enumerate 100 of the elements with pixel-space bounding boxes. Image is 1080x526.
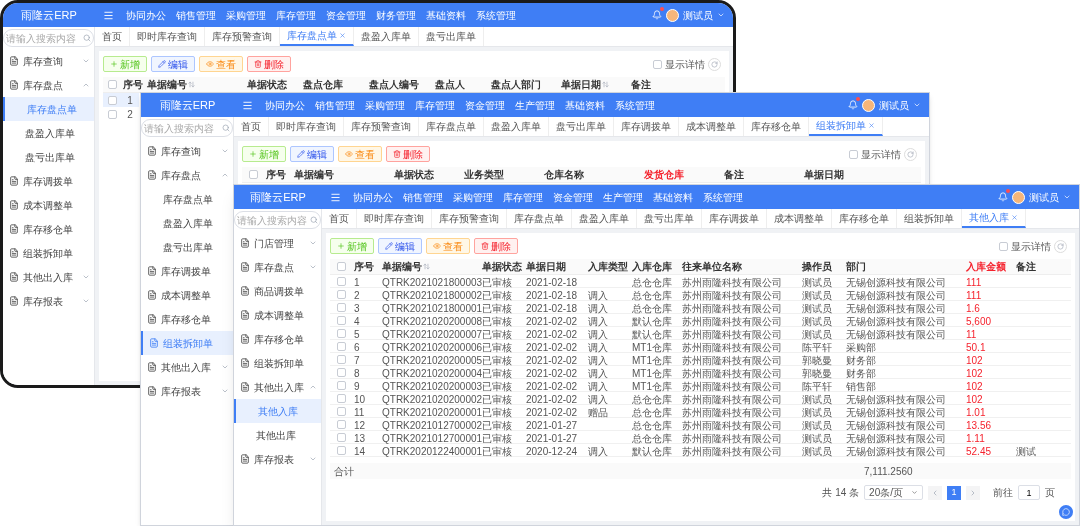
avatar[interactable] — [1012, 190, 1025, 204]
nav-item[interactable]: 采购管理 — [453, 189, 493, 205]
checkbox[interactable] — [336, 328, 346, 338]
tab[interactable]: 盘盈入库单 — [354, 27, 419, 46]
nav-item[interactable]: 库存管理 — [503, 189, 543, 205]
sidebar-item[interactable]: 门店管理 — [234, 231, 321, 255]
menu-icon[interactable] — [242, 99, 253, 111]
sidebar-item[interactable]: 其他入库 — [234, 399, 321, 423]
checkbox[interactable] — [336, 406, 346, 416]
checkbox[interactable] — [336, 289, 346, 299]
tab[interactable]: 即时库存查询 — [269, 117, 344, 136]
nav-item[interactable]: 采购管理 — [365, 97, 405, 113]
sidebar-item[interactable]: 组装拆卸单 — [234, 351, 321, 375]
sidebar-item[interactable]: 库存报表 — [234, 447, 321, 471]
checkbox[interactable] — [336, 432, 346, 442]
tab[interactable]: 盘亏出库单 — [549, 117, 614, 136]
checkbox[interactable] — [107, 109, 117, 119]
sidebar-item[interactable]: 库存盘点 — [141, 163, 233, 187]
tab[interactable]: 盘亏出库单 — [637, 209, 702, 228]
checkbox[interactable] — [248, 170, 258, 179]
tab[interactable]: 库存预警查询 — [432, 209, 507, 228]
notification-button[interactable] — [848, 100, 858, 110]
tab[interactable]: 组装拆卸单 — [809, 117, 883, 136]
avatar[interactable] — [862, 98, 875, 112]
nav-item[interactable]: 基础资料 — [565, 97, 605, 113]
nav-item[interactable]: 协同办公 — [126, 7, 166, 23]
nav-item[interactable]: 采购管理 — [226, 7, 266, 23]
sidebar-item[interactable]: 库存调拨单 — [3, 169, 94, 193]
sidebar-item[interactable]: 库存移仓单 — [3, 217, 94, 241]
tab[interactable]: 库存盘点单 — [507, 209, 572, 228]
page-input[interactable]: 1 — [1018, 485, 1040, 500]
sidebar-item[interactable]: 库存移仓单 — [234, 327, 321, 351]
sidebar-item[interactable]: 库存报表 — [141, 379, 233, 403]
user-name[interactable]: 测试员 — [1029, 189, 1059, 205]
toolbar-button[interactable]: 编辑 — [378, 238, 422, 254]
toolbar-button[interactable]: 删除 — [386, 146, 430, 162]
column-header[interactable]: 单据编号 — [147, 77, 195, 92]
page-button[interactable]: 1 — [947, 485, 961, 500]
nav-item[interactable]: 基础资料 — [426, 7, 466, 23]
sidebar-item[interactable]: 盘盈入库单 — [141, 211, 233, 235]
tab[interactable]: 库存移仓单 — [832, 209, 897, 228]
tab[interactable]: 首页 — [95, 27, 130, 46]
sidebar-item[interactable]: 成本调整单 — [141, 283, 233, 307]
sidebar-item[interactable]: 库存报表 — [3, 289, 94, 313]
checkbox[interactable] — [653, 59, 662, 69]
nav-item[interactable]: 协同办公 — [353, 189, 393, 205]
sidebar-item[interactable]: 成本调整单 — [234, 303, 321, 327]
checkbox[interactable] — [107, 80, 117, 89]
sidebar-item[interactable]: 库存盘点 — [3, 73, 94, 97]
nav-item[interactable]: 资金管理 — [465, 97, 505, 113]
tab[interactable]: 其他入库 — [962, 209, 1026, 228]
sidebar-item[interactable]: 盘盈入库单 — [3, 121, 94, 145]
close-icon[interactable] — [868, 122, 875, 129]
nav-item[interactable]: 销售管理 — [176, 7, 216, 23]
sidebar-item[interactable]: 库存盘点 — [234, 255, 321, 279]
nav-item[interactable]: 生产管理 — [603, 189, 643, 205]
tab[interactable]: 库存盘点单 — [280, 27, 354, 46]
user-name[interactable]: 测试员 — [879, 97, 909, 113]
tab[interactable]: 首页 — [322, 209, 357, 228]
checkbox[interactable] — [336, 445, 346, 455]
page-size-select[interactable]: 20条/页 — [864, 485, 923, 500]
nav-item[interactable]: 财务管理 — [376, 7, 416, 23]
tab[interactable]: 库存预警查询 — [205, 27, 280, 46]
tab[interactable]: 库存调拨单 — [702, 209, 767, 228]
nav-item[interactable]: 销售管理 — [315, 97, 355, 113]
checkbox[interactable] — [336, 276, 346, 286]
checkbox[interactable] — [336, 302, 346, 312]
sidebar-item[interactable]: 组装拆卸单 — [141, 331, 233, 355]
tab[interactable]: 库存调拨单 — [614, 117, 679, 136]
sidebar-item[interactable]: 其他出入库 — [141, 355, 233, 379]
previous-page-button[interactable] — [928, 485, 942, 500]
checkbox[interactable] — [849, 149, 858, 159]
toolbar-button[interactable]: 编辑 — [151, 56, 195, 72]
sidebar-item[interactable]: 库存移仓单 — [141, 307, 233, 331]
sidebar-item[interactable]: 库存盘点单 — [3, 97, 94, 121]
nav-item[interactable]: 系统管理 — [476, 7, 516, 23]
tab[interactable]: 盘亏出库单 — [419, 27, 484, 46]
checkbox[interactable] — [336, 380, 346, 390]
checkbox[interactable] — [336, 367, 346, 377]
column-header[interactable]: 单据日期 — [561, 77, 609, 92]
checkbox[interactable] — [999, 241, 1008, 251]
tab[interactable]: 即时库存查询 — [130, 27, 205, 46]
tab[interactable]: 成本调整单 — [679, 117, 744, 136]
tab[interactable]: 即时库存查询 — [357, 209, 432, 228]
nav-item[interactable]: 库存管理 — [415, 97, 455, 113]
avatar[interactable] — [666, 8, 679, 22]
sidebar-item[interactable]: 商品调拨单 — [234, 279, 321, 303]
sidebar-item[interactable]: 库存盘点单 — [141, 187, 233, 211]
tab[interactable]: 成本调整单 — [767, 209, 832, 228]
checkbox[interactable] — [336, 354, 346, 364]
tab[interactable]: 库存盘点单 — [419, 117, 484, 136]
sidebar-item[interactable]: 其他出入库 — [234, 375, 321, 399]
checkbox[interactable] — [336, 315, 346, 325]
table-row[interactable]: 1 — [103, 93, 139, 107]
nav-item[interactable]: 资金管理 — [553, 189, 593, 205]
tab[interactable]: 盘盈入库单 — [484, 117, 549, 136]
sidebar-item[interactable]: 盘亏出库单 — [3, 145, 94, 169]
checkbox[interactable] — [336, 393, 346, 403]
tab[interactable]: 库存移仓单 — [744, 117, 809, 136]
toolbar-button[interactable]: 删除 — [474, 238, 518, 254]
